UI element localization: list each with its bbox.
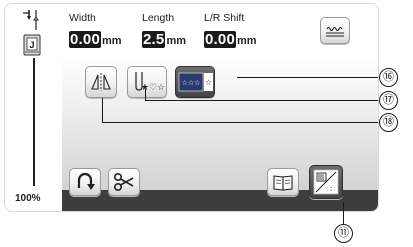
sewing-screen: J 100% Width 0.00 mm Length 2.5 mm L/R S… <box>4 3 379 212</box>
callout-line-17-h <box>145 100 378 102</box>
zoom-level: 100% <box>15 193 41 204</box>
thread-cut-button[interactable] <box>108 168 140 196</box>
svg-text:☆: ☆ <box>205 78 212 87</box>
width-value: 0.00 <box>69 31 101 48</box>
length-value: 2.5 <box>142 31 166 48</box>
width-unit: mm <box>102 35 122 47</box>
needle-position-icon <box>23 10 39 30</box>
width-display[interactable]: 0.00 mm <box>69 31 122 48</box>
reverse-stitch-button[interactable] <box>69 168 101 196</box>
reverse-stitch-icon <box>77 172 95 190</box>
book-icon <box>273 175 293 191</box>
lr-shift-label: L/R Shift <box>204 12 245 24</box>
presser-foot-letter: J <box>29 40 34 50</box>
pattern-star-button[interactable]: ☆☆☆ ☆ <box>175 66 215 98</box>
callout-line-11 <box>343 202 345 224</box>
lr-shift-value: 0.00 <box>204 31 236 48</box>
scissors-icon <box>114 173 134 192</box>
width-label: Width <box>69 12 96 24</box>
manual-button[interactable] <box>267 168 299 196</box>
callout-line-16 <box>237 77 378 79</box>
callout-line-18-v <box>102 98 104 122</box>
callout-18: ⑱ <box>379 113 398 132</box>
presser-foot-icon: J <box>23 34 41 56</box>
callout-line-17-v <box>145 89 147 100</box>
needle-star-button[interactable]: ★♡☆ <box>127 66 167 98</box>
callout-16: ⑯ <box>379 68 398 87</box>
length-unit: mm <box>166 35 187 47</box>
wavy-line-icon <box>326 26 344 37</box>
zoom-track <box>33 58 35 186</box>
mirror-image-icon <box>91 73 111 91</box>
stitch-settings-icon: ∷∷ <box>313 169 339 195</box>
length-label: Length <box>142 12 175 24</box>
stitch-settings-button[interactable]: ∷∷ <box>309 165 343 199</box>
callout-11: ⑪ <box>334 224 353 243</box>
length-display[interactable]: 2.5 mm <box>142 31 186 48</box>
needle-star-icon: ★♡☆ <box>135 72 165 93</box>
svg-text:∷∷: ∷∷ <box>327 186 335 193</box>
left-status-column: J 100% <box>5 4 61 211</box>
callout-17: ⑰ <box>379 91 398 110</box>
stitch-preview-button[interactable] <box>320 17 350 44</box>
lr-shift-unit: mm <box>237 35 257 47</box>
mirror-image-button[interactable] <box>85 66 117 98</box>
lr-shift-display[interactable]: 0.00 mm <box>204 31 257 48</box>
pattern-star-icon: ☆☆☆ ☆ <box>178 72 213 92</box>
callout-line-18-h <box>102 122 378 124</box>
svg-text:☆☆☆: ☆☆☆ <box>182 79 201 87</box>
